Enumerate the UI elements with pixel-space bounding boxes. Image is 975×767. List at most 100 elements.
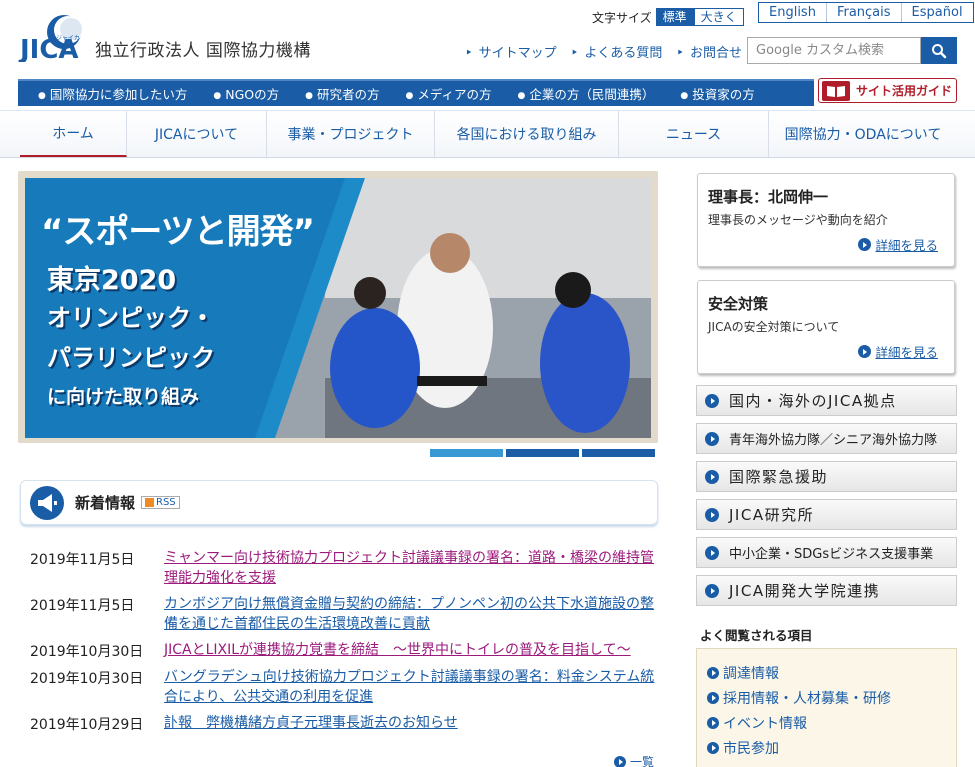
arrow-circle-icon [705, 545, 719, 560]
sme-sdgs-label: 中小企業・SDGsビジネス支援事業 [729, 547, 934, 562]
search-box [747, 37, 957, 64]
rss-link[interactable]: RSS [141, 496, 180, 509]
global-nav: ホーム JICAについて 事業・プロジェクト 各国における取り組み ニュース 国… [0, 110, 975, 158]
news-more-link[interactable]: 一覧 [614, 753, 654, 767]
popular-item[interactable]: 市民参加 [707, 738, 946, 758]
news-item: 2019年10月30日 バングラデシュ向け技術協力プロジェクト討議議事録の署名：… [30, 667, 660, 707]
font-size-standard-button[interactable]: 標準 [655, 8, 694, 26]
arrow-circle-icon [705, 507, 719, 522]
popular-list: 調達情報 採用情報・人材募集・研修 イベント情報 市民参加 [696, 648, 957, 767]
search-button[interactable] [921, 37, 957, 64]
arrow-circle-icon [705, 431, 719, 446]
nav-about[interactable]: JICAについて [127, 111, 267, 157]
disaster-relief-label: 国際緊急援助 [729, 468, 829, 486]
faq-link[interactable]: よくある質問 [571, 42, 662, 61]
news-link[interactable]: ミャンマー向け技術協力プロジェクト討議議事録の署名：道路・橋梁の維持管理能力強化… [164, 548, 656, 588]
volunteers-label: 青年海外協力隊／シニア海外協力隊 [729, 433, 938, 448]
audience-nav: 国際協力に参加したい方 NGOの方 研究者の方 メディアの方 企業の方（民間連携… [18, 79, 814, 106]
offices-button[interactable]: 国内・海外のJICA拠点 [696, 385, 957, 416]
hero-line-4: に向けた取り組み [47, 386, 200, 408]
nav-projects[interactable]: 事業・プロジェクト [267, 111, 435, 157]
hero-title: “スポーツと開発” [41, 212, 315, 252]
popular-item[interactable]: イベント情報 [707, 713, 946, 733]
research-institute-button[interactable]: JICA研究所 [696, 499, 957, 530]
news-date: 2019年10月29日 [30, 717, 144, 733]
carousel-dot-1[interactable] [430, 449, 503, 457]
graduate-school-button[interactable]: JICA開発大学院連携 [696, 575, 957, 606]
lang-spanish-link[interactable]: Español [900, 3, 974, 22]
news-date: 2019年10月30日 [30, 671, 144, 687]
news-title: 新着情報 [75, 494, 136, 512]
news-item: 2019年11月5日 ミャンマー向け技術協力プロジェクト討議議事録の署名：道路・… [30, 548, 660, 588]
arrow-circle-icon [705, 393, 719, 408]
font-size-label: 文字サイズ [592, 10, 652, 25]
search-input[interactable] [747, 37, 921, 64]
disaster-relief-button[interactable]: 国際緊急援助 [696, 461, 957, 492]
aud-ngo[interactable]: NGOの方 [213, 84, 279, 103]
nav-news[interactable]: ニュース [619, 111, 769, 157]
svg-text:ジャイカ: ジャイカ [56, 35, 80, 42]
hero-slide[interactable]: “スポーツと開発” 東京2020 オリンピック・ パラリンピック に向けた取り組… [25, 178, 651, 438]
popular-title: よく閲覧される項目 [700, 628, 813, 643]
hero-line-1: 東京2020 [47, 265, 177, 296]
safety-box: 安全対策 JICAの安全対策について 詳細を見る [697, 280, 955, 374]
aud-participate[interactable]: 国際協力に参加したい方 [38, 84, 188, 103]
org-name: 独立行政法人 国際協力機構 [95, 41, 311, 61]
popular-item-label: 採用情報・人材募集・研修 [723, 691, 891, 707]
sme-sdgs-button[interactable]: 中小企業・SDGsビジネス支援事業 [696, 537, 957, 568]
president-box: 理事長：北岡伸一 理事長のメッセージや動向を紹介 詳細を見る [697, 173, 955, 267]
arrow-circle-icon [705, 583, 719, 598]
news-date: 2019年11月5日 [30, 598, 135, 614]
aud-media[interactable]: メディアの方 [406, 84, 491, 103]
arrow-circle-icon [707, 742, 719, 754]
arrow-circle-icon [858, 238, 872, 251]
news-link[interactable]: JICAとLIXILが連携協力覚書を締結 ～世界中にトイレの普及を目指して～ [164, 640, 656, 661]
aud-business[interactable]: 企業の方（民間連携） [518, 84, 654, 103]
nav-oda[interactable]: 国際協力・ODAについて [769, 111, 957, 157]
arrow-circle-icon [707, 717, 719, 729]
carousel-dot-3[interactable] [582, 449, 655, 457]
font-size-large-button[interactable]: 大きく [693, 8, 744, 26]
jica-logo[interactable]: JICA ジャイカ [18, 10, 82, 62]
news-more-label: 一覧 [630, 755, 655, 767]
arrow-circle-icon [707, 692, 719, 704]
arrow-circle-icon [614, 755, 626, 767]
president-title: 理事長：北岡伸一 [708, 188, 829, 206]
offices-label: 国内・海外のJICA拠点 [729, 392, 897, 410]
president-details-link[interactable]: 詳細を見る [858, 235, 938, 254]
news-link[interactable]: カンボジア向け無償資金贈与契約の締結：プノンペン初の公共下水道施設の整備を通じた… [164, 594, 656, 634]
popular-item[interactable]: 調達情報 [707, 663, 946, 683]
nav-home[interactable]: ホーム [20, 111, 127, 157]
utility-links: サイトマップ よくある質問 お問合せ [465, 42, 756, 61]
popular-item-label: 市民参加 [723, 741, 779, 757]
popular-item[interactable]: 採用情報・人材募集・研修 [707, 688, 946, 708]
carousel-indicators [430, 449, 658, 457]
research-institute-label: JICA研究所 [729, 506, 815, 524]
news-link[interactable]: バングラデシュ向け技術協力プロジェクト討議議事録の署名：料金システム統合により、… [164, 667, 656, 707]
news-date: 2019年10月30日 [30, 644, 144, 660]
search-icon [932, 43, 947, 58]
arrow-circle-icon [707, 667, 719, 679]
nav-countries[interactable]: 各国における取り組み [435, 111, 619, 157]
news-item: 2019年10月29日 訃報 弊機構緒方貞子元理事長逝去のお知らせ [30, 713, 660, 734]
news-item: 2019年10月30日 JICAとLIXILが連携協力覚書を締結 ～世界中にトイ… [30, 640, 660, 661]
site-guide-button[interactable]: サイト活用ガイド [818, 78, 957, 103]
safety-desc: JICAの安全対策について [708, 320, 840, 334]
lang-french-link[interactable]: Français [825, 3, 901, 22]
volunteers-button[interactable]: 青年海外協力隊／シニア海外協力隊 [696, 423, 957, 454]
aud-researcher[interactable]: 研究者の方 [305, 84, 380, 103]
popular-item-label: 調達情報 [723, 666, 779, 682]
popular-item-label: イベント情報 [723, 716, 807, 732]
president-desc: 理事長のメッセージや動向を紹介 [708, 213, 888, 227]
sitemap-link[interactable]: サイトマップ [465, 42, 557, 61]
safety-details-link[interactable]: 詳細を見る [858, 342, 938, 361]
lang-english-link[interactable]: English [758, 3, 826, 22]
contact-link[interactable]: お問合せ [676, 42, 742, 61]
details-label: 詳細を見る [875, 345, 938, 360]
hero-carousel[interactable]: “スポーツと開発” 東京2020 オリンピック・ パラリンピック に向けた取り組… [18, 171, 658, 443]
arrow-circle-icon [858, 345, 872, 358]
hero-line-2: オリンピック・ [47, 304, 215, 332]
carousel-dot-2[interactable] [506, 449, 579, 457]
aud-investor[interactable]: 投資家の方 [680, 84, 755, 103]
news-link[interactable]: 訃報 弊機構緒方貞子元理事長逝去のお知らせ [164, 713, 656, 734]
